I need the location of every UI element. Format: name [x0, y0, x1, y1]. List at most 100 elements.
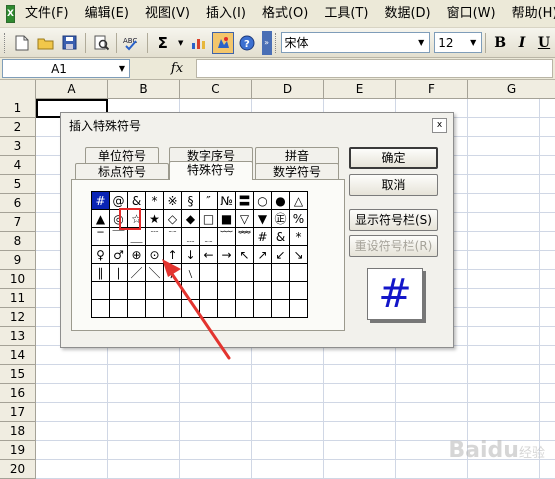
symbol-cell[interactable]	[271, 281, 290, 300]
bold-button[interactable]: B	[489, 32, 511, 54]
symbol-cell[interactable]	[145, 281, 164, 300]
symbol-cell[interactable]: ﹊	[163, 227, 182, 246]
symbol-cell[interactable]	[271, 263, 290, 282]
column-header-f[interactable]: F	[396, 80, 468, 99]
symbol-cell[interactable]	[253, 299, 272, 318]
symbol-cell[interactable]: ∥	[91, 263, 110, 282]
symbol-cell[interactable]	[127, 281, 146, 300]
row-header[interactable]: 10	[0, 270, 35, 289]
save-icon[interactable]	[59, 32, 81, 54]
symbol-cell[interactable]: ﹉	[145, 227, 164, 246]
chart-wizard-icon[interactable]	[188, 32, 210, 54]
symbol-cell[interactable]	[289, 299, 308, 318]
symbol-cell[interactable]: ↓	[181, 245, 200, 264]
symbol-cell[interactable]	[199, 299, 218, 318]
formula-input[interactable]	[196, 59, 553, 78]
font-name-select[interactable]: 宋体 ▼	[280, 32, 431, 53]
symbol-cell[interactable]: ●	[271, 191, 290, 210]
ok-button[interactable]: 确定	[349, 147, 438, 169]
symbol-cell[interactable]: ▽	[235, 209, 254, 228]
symbol-cell[interactable]	[199, 263, 218, 282]
symbol-cell[interactable]	[289, 263, 308, 282]
row-header[interactable]: 8	[0, 232, 35, 251]
symbol-cell[interactable]: ⊙	[145, 245, 164, 264]
row-header[interactable]: 17	[0, 403, 35, 422]
symbol-cell[interactable]	[235, 263, 254, 282]
drawing-tool-icon[interactable]	[211, 31, 234, 54]
column-header-a[interactable]: A	[36, 80, 108, 99]
symbol-cell[interactable]: ◇	[163, 209, 182, 228]
symbol-cell[interactable]: →	[217, 245, 236, 264]
menu-tools[interactable]: 工具(T)	[316, 0, 376, 28]
underline-button[interactable]: U	[533, 32, 555, 54]
symbol-cell[interactable]: ﹍	[181, 227, 200, 246]
symbol-cell[interactable]	[109, 299, 128, 318]
symbol-cell[interactable]	[91, 299, 110, 318]
symbol-cell[interactable]: □	[199, 209, 218, 228]
new-document-icon[interactable]	[11, 32, 33, 54]
print-preview-icon[interactable]	[90, 32, 112, 54]
symbol-cell[interactable]: &	[127, 191, 146, 210]
symbol-cell[interactable]	[199, 281, 218, 300]
symbol-cell[interactable]: 〓	[235, 191, 254, 210]
row-header[interactable]: 1	[0, 99, 35, 118]
menu-edit[interactable]: 编辑(E)	[77, 0, 137, 28]
toolbar-grip[interactable]	[4, 32, 7, 53]
symbol-cell[interactable]: ◆	[181, 209, 200, 228]
spelling-check-icon[interactable]: ABC	[121, 32, 143, 54]
row-header[interactable]: 19	[0, 441, 35, 460]
symbol-cell[interactable]	[91, 281, 110, 300]
italic-button[interactable]: I	[511, 32, 533, 54]
tab-punctuation[interactable]: 标点符号	[75, 163, 169, 180]
symbol-cell[interactable]: ∣	[109, 263, 128, 282]
row-header[interactable]: 3	[0, 137, 35, 156]
symbol-cell[interactable]	[181, 299, 200, 318]
row-header[interactable]: 12	[0, 308, 35, 327]
symbol-cell[interactable]: ↗	[253, 245, 272, 264]
symbol-cell[interactable]	[181, 281, 200, 300]
row-header[interactable]: 14	[0, 346, 35, 365]
row-header[interactable]: 6	[0, 194, 35, 213]
excel-app-icon[interactable]: X	[6, 4, 15, 23]
row-header[interactable]: 4	[0, 156, 35, 175]
symbol-cell[interactable]	[163, 281, 182, 300]
symbol-cell[interactable]: ﹎	[199, 227, 218, 246]
symbol-cell[interactable]: ＼	[145, 263, 164, 282]
symbol-cell[interactable]: ＿	[127, 227, 146, 246]
column-header-g[interactable]: G	[468, 80, 555, 99]
tab-unit-symbols[interactable]: 单位符号	[85, 147, 159, 164]
symbol-cell[interactable]	[289, 281, 308, 300]
row-header[interactable]: 5	[0, 175, 35, 194]
name-box[interactable]: A1 ▼	[2, 59, 130, 78]
symbol-cell[interactable]: ﹌	[235, 227, 254, 246]
symbol-cell[interactable]	[127, 299, 146, 318]
menu-view[interactable]: 视图(V)	[137, 0, 198, 28]
row-header[interactable]: 18	[0, 422, 35, 441]
symbol-cell[interactable]: ■	[217, 209, 236, 228]
symbol-cell[interactable]: ♀	[91, 245, 110, 264]
symbol-cell[interactable]: #	[253, 227, 272, 246]
symbol-cell[interactable]: ▼	[253, 209, 272, 228]
column-header-c[interactable]: C	[180, 80, 252, 99]
symbol-cell[interactable]: @	[109, 191, 128, 210]
menu-data[interactable]: 数据(D)	[376, 0, 438, 28]
symbol-cell[interactable]: §	[181, 191, 200, 210]
symbol-cell[interactable]: ♂	[109, 245, 128, 264]
symbol-cell[interactable]: №	[217, 191, 236, 210]
row-header[interactable]: 20	[0, 460, 35, 479]
row-header[interactable]: 7	[0, 213, 35, 232]
tab-pinyin[interactable]: 拼音	[255, 147, 339, 164]
toolbar-overflow-chevron-icon[interactable]: »	[261, 30, 272, 55]
symbol-cell[interactable]	[253, 263, 272, 282]
symbol-cell[interactable]	[235, 299, 254, 318]
symbol-cell[interactable]: ∕	[163, 263, 182, 282]
autosum-icon[interactable]: Σ	[152, 32, 174, 54]
symbol-cell[interactable]: ↑	[163, 245, 182, 264]
toolbar-grip[interactable]	[274, 32, 278, 53]
menu-insert[interactable]: 插入(I)	[198, 0, 254, 28]
symbol-cell[interactable]	[217, 263, 236, 282]
symbol-cell[interactable]: ㊣	[271, 209, 290, 228]
symbol-cell[interactable]: ﹋	[217, 227, 236, 246]
symbol-cell[interactable]	[217, 281, 236, 300]
row-header[interactable]: 16	[0, 384, 35, 403]
